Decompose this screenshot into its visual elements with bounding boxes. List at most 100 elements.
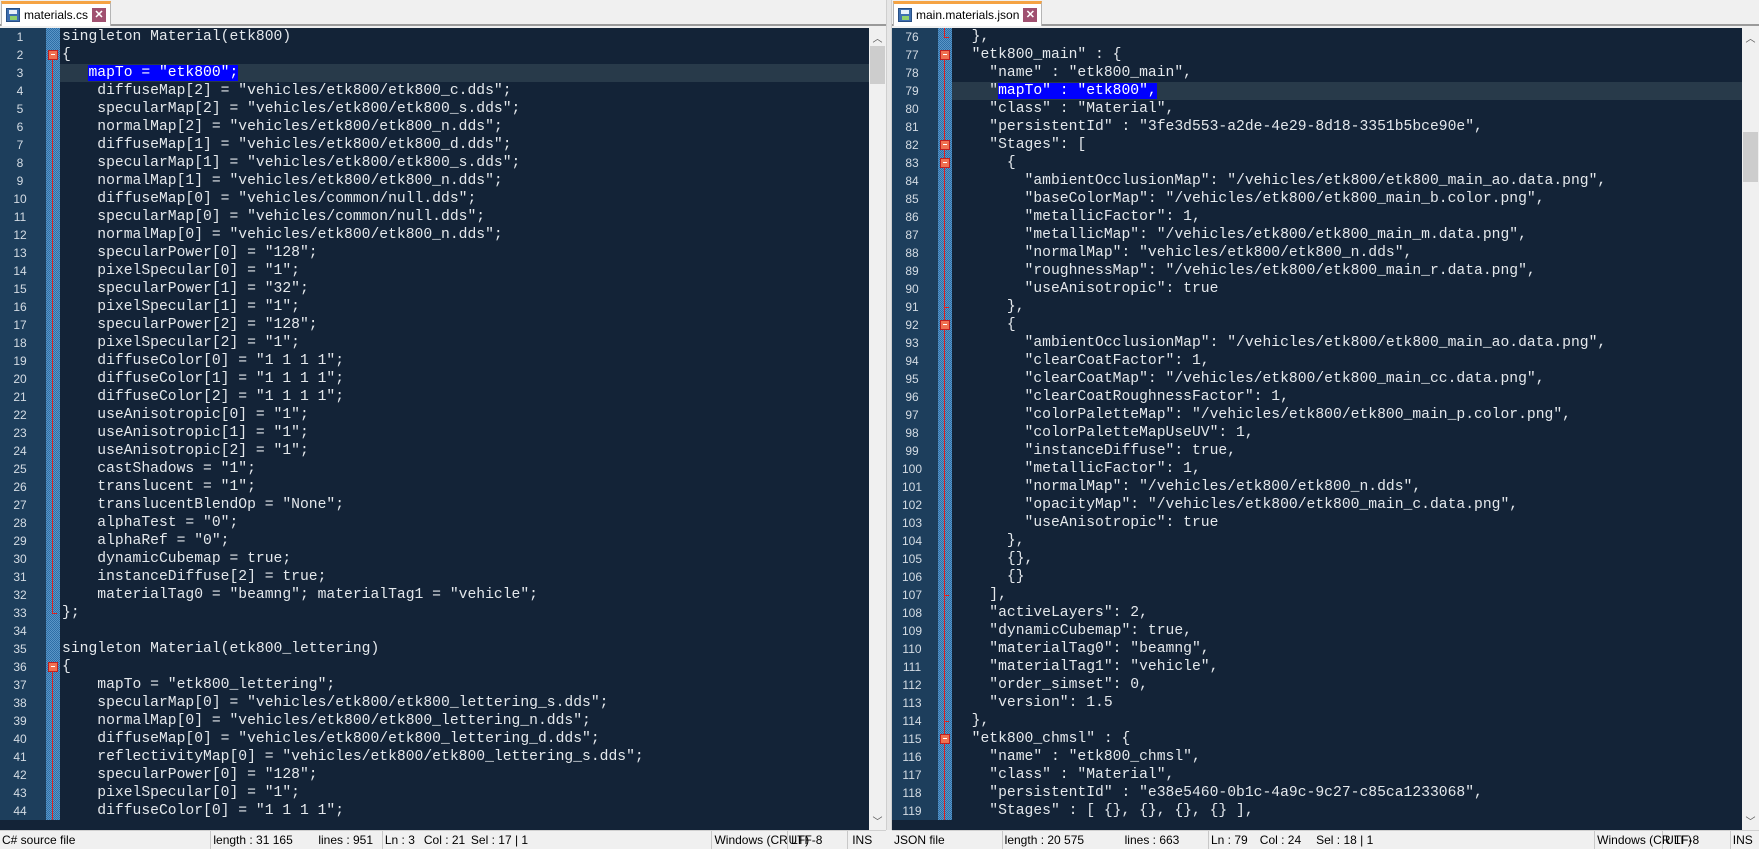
code-editor[interactable]: singleton Material(etk800) 1{2 mapTo = "e… xyxy=(0,28,886,830)
code-line[interactable]: "normalMap": "vehicles/etk800/etk800_n.d… xyxy=(892,244,1742,262)
code-line[interactable]: normalMap[0] = "vehicles/etk800/etk800_n… xyxy=(0,226,869,244)
code-editor[interactable]: }, 76 "etk800_main" : {77 "name" : "etk80… xyxy=(892,28,1759,830)
code-line[interactable]: translucentBlendOp = "None"; 27 xyxy=(0,496,869,514)
code-line[interactable]: instanceDiffuse[2] = true; 31 xyxy=(0,568,869,586)
code-line[interactable]: "name" : "etk800_main", 78 xyxy=(892,64,1742,82)
code-line[interactable]: "normalMap": "/vehicles/etk800/etk800_n.… xyxy=(892,478,1742,496)
code-line[interactable]: "order_simset": 0, 112 xyxy=(892,676,1742,694)
code-line[interactable]: alphaTest = "0"; 28 xyxy=(0,514,869,532)
code-line[interactable]: "roughnessMap": "/vehicles/etk800/etk800… xyxy=(892,262,1742,280)
code-line[interactable]: "ambientOcclusionMap": "/vehicles/etk800… xyxy=(892,172,1742,190)
code-line[interactable]: "version": 1.5 113 xyxy=(892,694,1742,712)
code-line[interactable]: "activeLayers": 2, 108 xyxy=(892,604,1742,622)
code-line[interactable]: }, 114 xyxy=(892,712,1742,730)
code-line[interactable]: specularPower[0] = "128"; 13 xyxy=(0,244,869,262)
code-line[interactable]: "mapTo" : "etk800", 79 xyxy=(892,82,1742,100)
scroll-up-icon[interactable]: ︿ xyxy=(1742,30,1759,45)
code-line[interactable]: mapTo = "etk800"; 3 xyxy=(0,64,869,82)
code-line[interactable]: {83 xyxy=(892,154,1742,172)
code-line[interactable]: singleton Material(etk800_lettering) 35 xyxy=(0,640,869,658)
code-line[interactable]: "dynamicCubemap": true, 109 xyxy=(892,622,1742,640)
code-line[interactable]: "useAnisotropic": true 103 xyxy=(892,514,1742,532)
code-line[interactable]: specularPower[0] = "128"; 42 xyxy=(0,766,869,784)
close-tab-icon[interactable]: ✕ xyxy=(92,8,107,22)
code-line[interactable]: specularMap[0] = "vehicles/common/null.d… xyxy=(0,208,869,226)
fold-collapse-icon[interactable] xyxy=(940,140,950,150)
code-line[interactable]: "class" : "Material", 117 xyxy=(892,766,1742,784)
code-line[interactable]: "name" : "etk800_chmsl", 116 xyxy=(892,748,1742,766)
code-line[interactable]: {36 xyxy=(0,658,869,676)
code-line[interactable]: }, 91 xyxy=(892,298,1742,316)
code-line[interactable]: "colorPaletteMap": "/vehicles/etk800/etk… xyxy=(892,406,1742,424)
code-line[interactable]: "persistentId" : "3fe3d553-a2de-4e29-8d1… xyxy=(892,118,1742,136)
code-line[interactable]: reflectivityMap[0] = "vehicles/etk800/et… xyxy=(0,748,869,766)
code-line[interactable]: "metallicFactor": 1, 100 xyxy=(892,460,1742,478)
fold-collapse-icon[interactable] xyxy=(940,158,950,168)
code-line[interactable]: "colorPaletteMapUseUV": 1, 98 xyxy=(892,424,1742,442)
code-line[interactable]: }, 104 xyxy=(892,532,1742,550)
code-line[interactable]: diffuseColor[0] = "1 1 1 1"; 19 xyxy=(0,352,869,370)
code-line[interactable]: useAnisotropic[0] = "1"; 22 xyxy=(0,406,869,424)
fold-collapse-icon[interactable] xyxy=(940,320,950,330)
code-line[interactable]: "Stages" : [ {}, {}, {}, {} ], 119 xyxy=(892,802,1742,820)
code-line[interactable]: specularMap[1] = "vehicles/etk800/etk800… xyxy=(0,154,869,172)
encoding[interactable]: UTF-8 xyxy=(1663,831,1731,849)
code-line[interactable]: "opacityMap": "/vehicles/etk800/etk800_m… xyxy=(892,496,1742,514)
code-line[interactable]: materialTag0 = "beamng"; materialTag1 = … xyxy=(0,586,869,604)
code-line[interactable]: diffuseColor[0] = "1 1 1 1"; 44 xyxy=(0,802,869,820)
scrollbar-thumb[interactable] xyxy=(1743,132,1758,182)
code-line[interactable]: "clearCoatMap": "/vehicles/etk800/etk800… xyxy=(892,370,1742,388)
scroll-down-icon[interactable]: ﹀ xyxy=(869,813,886,828)
code-line[interactable]: normalMap[2] = "vehicles/etk800/etk800_n… xyxy=(0,118,869,136)
code-line[interactable]: {} 106 xyxy=(892,568,1742,586)
code-line[interactable]: diffuseMap[2] = "vehicles/etk800/etk800_… xyxy=(0,82,869,100)
tab-main-materials-json[interactable]: main.materials.json ✕ xyxy=(893,1,1043,26)
code-line[interactable]: useAnisotropic[1] = "1"; 23 xyxy=(0,424,869,442)
code-line[interactable]: {2 xyxy=(0,46,869,64)
code-line[interactable]: normalMap[0] = "vehicles/etk800/etk800_l… xyxy=(0,712,869,730)
scroll-down-icon[interactable]: ﹀ xyxy=(1742,813,1759,828)
code-line[interactable]: "class" : "Material", 80 xyxy=(892,100,1742,118)
code-line[interactable]: "metallicMap": "/vehicles/etk800/etk800_… xyxy=(892,226,1742,244)
encoding[interactable]: UTF-8 xyxy=(788,831,849,849)
code-line[interactable]: diffuseMap[1] = "vehicles/etk800/etk800_… xyxy=(0,136,869,154)
code-line[interactable]: normalMap[1] = "vehicles/etk800/etk800_n… xyxy=(0,172,869,190)
code-line[interactable]: "etk800_chmsl" : {115 xyxy=(892,730,1742,748)
code-line[interactable]: "useAnisotropic": true 90 xyxy=(892,280,1742,298)
close-tab-icon[interactable]: ✕ xyxy=(1023,8,1038,22)
fold-collapse-icon[interactable] xyxy=(940,50,950,60)
code-line[interactable]: {}, 105 xyxy=(892,550,1742,568)
code-line[interactable]: ], 107 xyxy=(892,586,1742,604)
code-line[interactable]: castShadows = "1"; 25 xyxy=(0,460,869,478)
tab-materials-cs[interactable]: materials.cs ✕ xyxy=(1,1,112,26)
code-line[interactable]: singleton Material(etk800) 1 xyxy=(0,28,869,46)
code-line[interactable]: pixelSpecular[1] = "1"; 16 xyxy=(0,298,869,316)
code-line[interactable]: "Stages": [82 xyxy=(892,136,1742,154)
code-line[interactable]: "materialTag1": "vehicle", 111 xyxy=(892,658,1742,676)
code-line[interactable]: }; 33 xyxy=(0,604,869,622)
code-line[interactable]: pixelSpecular[0] = "1"; 14 xyxy=(0,262,869,280)
code-line[interactable]: pixelSpecular[0] = "1"; 43 xyxy=(0,784,869,802)
code-line[interactable]: translucent = "1"; 26 xyxy=(0,478,869,496)
fold-collapse-icon[interactable] xyxy=(48,50,58,60)
code-line[interactable]: useAnisotropic[2] = "1"; 24 xyxy=(0,442,869,460)
scroll-up-icon[interactable]: ︿ xyxy=(869,30,886,45)
code-line[interactable]: diffuseColor[1] = "1 1 1 1"; 20 xyxy=(0,370,869,388)
code-line[interactable]: "clearCoatRoughnessFactor": 1, 96 xyxy=(892,388,1742,406)
code-line[interactable]: "metallicFactor": 1, 86 xyxy=(892,208,1742,226)
code-line[interactable]: "baseColorMap": "/vehicles/etk800/etk800… xyxy=(892,190,1742,208)
code-line[interactable]: "instanceDiffuse": true, 99 xyxy=(892,442,1742,460)
code-line[interactable]: "ambientOcclusionMap": "/vehicles/etk800… xyxy=(892,334,1742,352)
scrollbar-thumb[interactable] xyxy=(870,46,885,84)
code-line[interactable]: diffuseMap[0] = "vehicles/common/null.dd… xyxy=(0,190,869,208)
code-line[interactable]: 34 xyxy=(0,622,869,640)
code-line[interactable]: diffuseMap[0] = "vehicles/etk800/etk800_… xyxy=(0,730,869,748)
fold-collapse-icon[interactable] xyxy=(48,662,58,672)
code-line[interactable]: diffuseColor[2] = "1 1 1 1"; 21 xyxy=(0,388,869,406)
code-line[interactable]: "clearCoatFactor": 1, 94 xyxy=(892,352,1742,370)
code-line[interactable]: {92 xyxy=(892,316,1742,334)
code-line[interactable]: }, 76 xyxy=(892,28,1742,46)
eol-format[interactable]: Windows (CR LF) xyxy=(1595,831,1692,849)
code-line[interactable]: specularPower[2] = "128"; 17 xyxy=(0,316,869,334)
code-line[interactable]: specularPower[1] = "32"; 15 xyxy=(0,280,869,298)
